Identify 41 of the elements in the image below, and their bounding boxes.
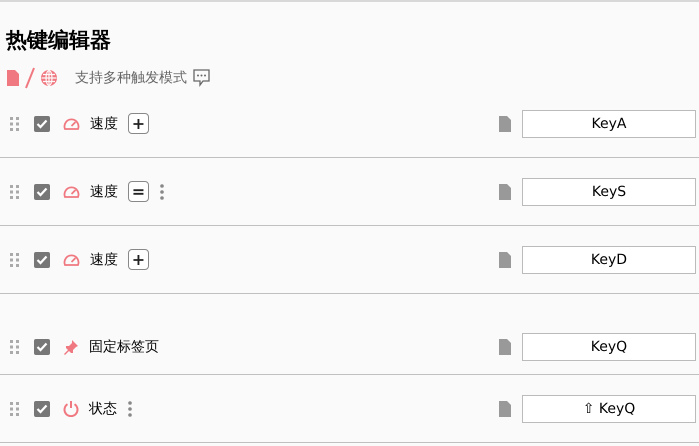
key-field[interactable]: KeyA <box>522 110 696 138</box>
file-icon[interactable] <box>499 400 511 416</box>
checkbox[interactable] <box>34 116 50 132</box>
item-label: 状态 <box>89 400 117 418</box>
file-icon[interactable] <box>499 252 511 268</box>
drag-handle-icon[interactable] <box>10 402 19 416</box>
speedometer-icon <box>63 253 80 266</box>
slash-icon <box>25 67 35 89</box>
power-icon <box>63 400 79 417</box>
checkbox[interactable] <box>34 184 50 200</box>
item-label: 速度 <box>90 250 118 268</box>
drag-handle-icon[interactable] <box>10 116 19 130</box>
item-label: 固定标签页 <box>89 338 159 356</box>
file-icon[interactable] <box>499 339 511 355</box>
drag-handle-icon[interactable] <box>10 340 19 354</box>
key-field[interactable]: KeyS <box>522 178 696 206</box>
key-field[interactable]: KeyD <box>522 246 696 274</box>
drag-handle-icon[interactable] <box>10 184 19 198</box>
key-field[interactable]: ⇧ KeyQ <box>522 394 696 422</box>
comment-icon[interactable] <box>193 69 210 87</box>
file-icon <box>7 70 19 86</box>
file-icon[interactable] <box>499 184 511 200</box>
operator-button[interactable]: + <box>128 113 149 134</box>
more-icon[interactable] <box>160 184 164 200</box>
checkbox[interactable] <box>34 339 50 355</box>
item-label: 速度 <box>90 182 118 200</box>
file-icon[interactable] <box>499 116 511 132</box>
checkbox[interactable] <box>34 252 50 268</box>
speedometer-icon <box>63 117 80 130</box>
subtitle-text: 支持多种触发模式 <box>75 69 187 87</box>
pin-icon <box>63 339 79 355</box>
operator-button[interactable]: + <box>128 249 149 270</box>
key-field[interactable]: KeyQ <box>522 333 696 361</box>
drag-handle-icon[interactable] <box>10 252 19 266</box>
checkbox[interactable] <box>34 400 50 416</box>
speedometer-icon <box>63 185 80 198</box>
item-label: 速度 <box>90 114 118 132</box>
operator-button[interactable]: = <box>128 181 149 202</box>
globe-icon <box>41 70 57 86</box>
more-icon[interactable] <box>128 400 132 416</box>
page-title: 热键编辑器 <box>4 27 112 54</box>
